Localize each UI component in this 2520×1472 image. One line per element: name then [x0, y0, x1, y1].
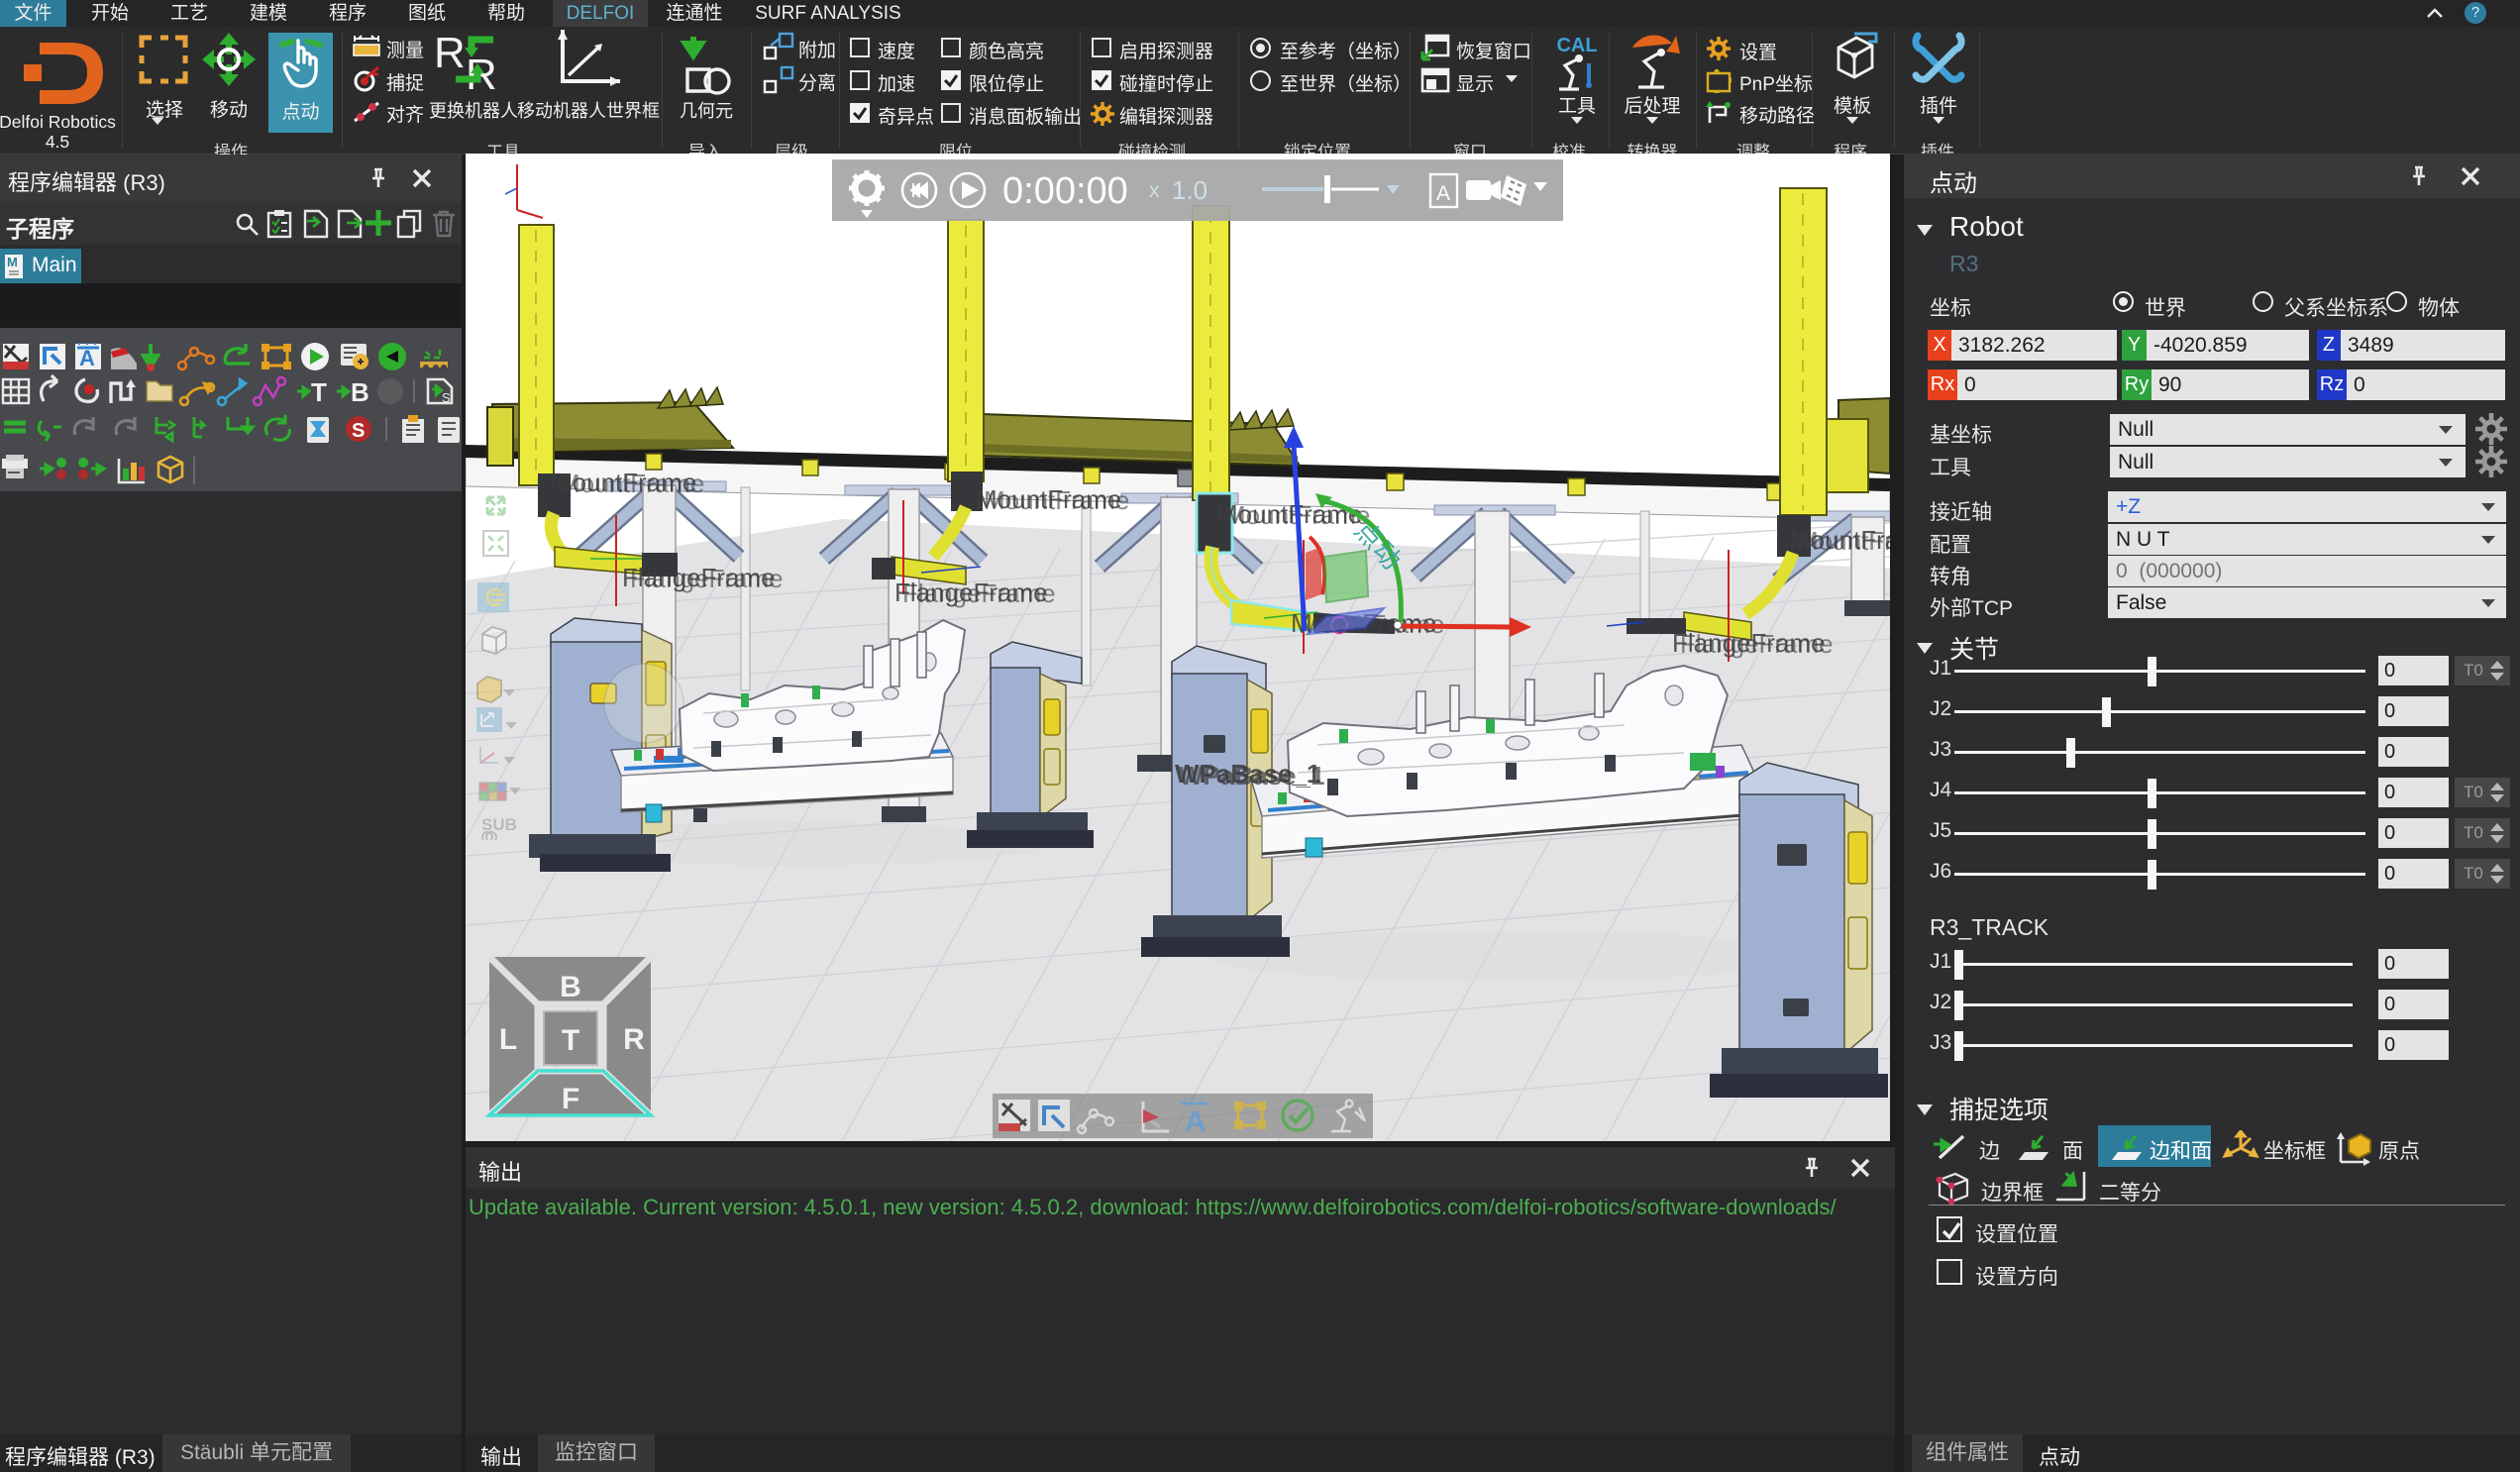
svg-text:A: A — [79, 346, 95, 370]
svg-text:M: M — [7, 255, 18, 269]
svg-text:WPaBase_1: WPaBase_1 — [1179, 761, 1324, 790]
svg-text:S: S — [442, 390, 451, 405]
svg-text:FlangeFrame: FlangeFrame — [630, 564, 784, 593]
svg-text:T: T — [311, 377, 327, 407]
svg-text:S: S — [352, 420, 365, 442]
svg-text:A: A — [1436, 182, 1450, 205]
svg-text:MountFrame: MountFrame — [559, 469, 704, 498]
svg-text:B: B — [560, 971, 581, 1003]
svg-text:x: x — [1149, 179, 1160, 202]
svg-text:MountFrame: MountFrame — [984, 485, 1129, 515]
svg-text:F: F — [562, 1083, 579, 1115]
svg-text:R: R — [623, 1023, 645, 1056]
svg-text:MountFrame: MountFrame — [1797, 526, 1890, 556]
svg-text:R: R — [434, 30, 466, 77]
svg-text:0:00:00: 0:00:00 — [1002, 170, 1128, 212]
svg-text:T: T — [562, 1024, 579, 1057]
svg-text:FlangeFrame: FlangeFrame — [902, 578, 1056, 608]
svg-text:L: L — [499, 1023, 517, 1056]
svg-text:B: B — [351, 377, 369, 407]
svg-text:FlangeFrame: FlangeFrame — [1680, 629, 1834, 659]
svg-text:1.0: 1.0 — [1172, 175, 1208, 205]
svg-text:A: A — [1185, 1105, 1207, 1138]
